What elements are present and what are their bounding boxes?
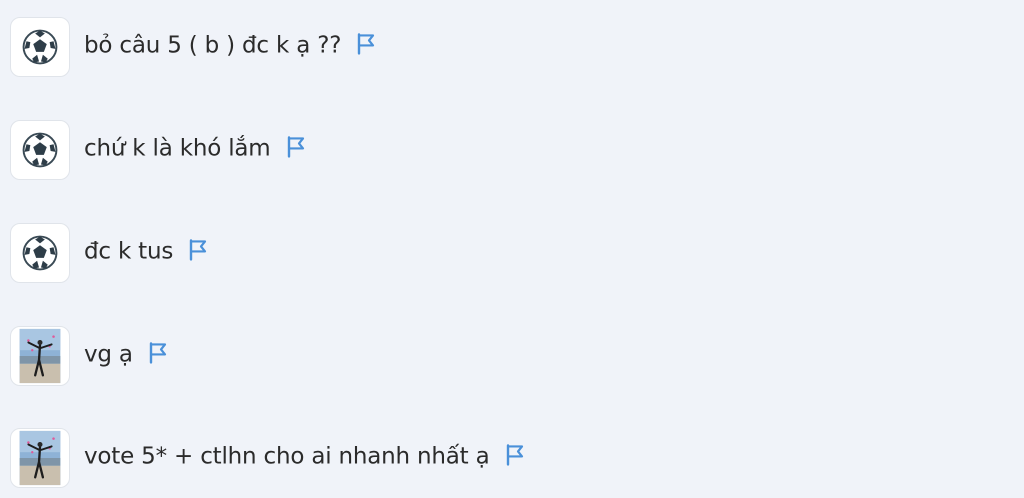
soccer-ball-icon — [22, 132, 58, 168]
report-flag-button[interactable] — [187, 237, 209, 261]
chat-message-list: bỏ câu 5 ( b ) đc k ạ ?? chứ k là khó lắ… — [0, 0, 1024, 498]
flag-icon — [358, 32, 375, 55]
flag-icon — [149, 341, 166, 364]
user-avatar-soccer[interactable] — [10, 120, 70, 180]
message-text: đc k tus — [84, 238, 174, 265]
flag-icon — [287, 135, 304, 158]
soccer-ball-icon — [22, 235, 58, 271]
report-flag-button[interactable] — [285, 134, 307, 158]
person-photo-avatar — [19, 430, 61, 486]
flag-icon — [506, 443, 523, 466]
user-avatar-soccer[interactable] — [10, 17, 70, 77]
user-avatar-photo[interactable] — [10, 428, 70, 488]
message-text: bỏ câu 5 ( b ) đc k ạ ?? — [84, 32, 342, 59]
message-text: vote 5* + ctlhn cho ai nhanh nhất ạ — [84, 443, 490, 470]
message-text-wrapper: vg ạ — [84, 341, 169, 367]
message-text-wrapper: bỏ câu 5 ( b ) đc k ạ ?? — [84, 32, 377, 58]
user-avatar-photo[interactable] — [10, 326, 70, 386]
user-avatar-soccer[interactable] — [10, 223, 70, 283]
flag-icon — [189, 238, 207, 261]
report-flag-button[interactable] — [504, 442, 526, 466]
report-flag-button[interactable] — [355, 31, 377, 55]
message-text-wrapper: đc k tus — [84, 238, 209, 264]
message-text-wrapper: chứ k là khó lắm — [84, 135, 307, 161]
message-text-wrapper: vote 5* + ctlhn cho ai nhanh nhất ạ — [84, 443, 526, 469]
report-flag-button[interactable] — [147, 340, 169, 364]
person-photo-avatar — [19, 328, 61, 384]
message-text: chứ k là khó lắm — [84, 135, 271, 162]
soccer-ball-icon — [22, 29, 58, 65]
message-text: vg ạ — [84, 341, 133, 368]
